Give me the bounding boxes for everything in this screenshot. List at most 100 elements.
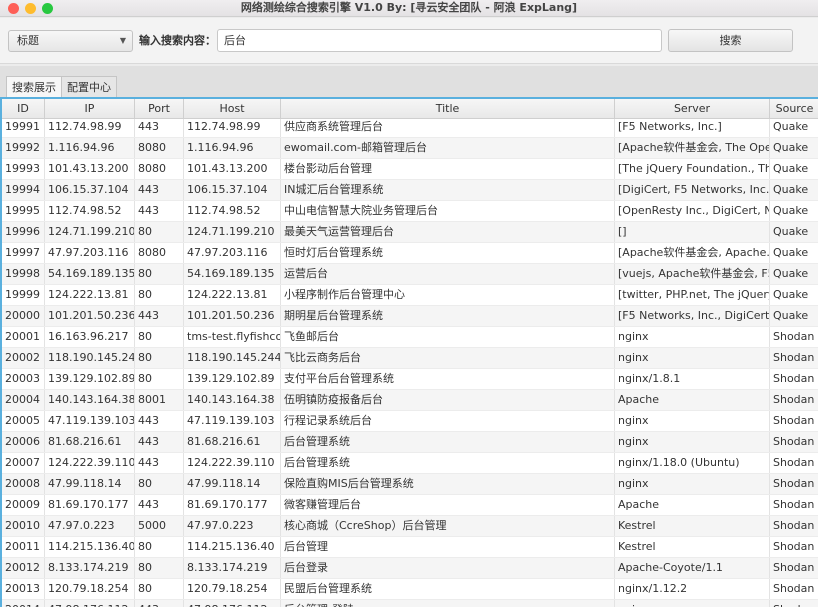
cell-port: 80	[135, 348, 184, 368]
cell-server: [The jQuery Foundation., The j...	[615, 159, 770, 179]
cell-port: 443	[135, 453, 184, 473]
minimize-window-button[interactable]	[25, 3, 36, 14]
cell-ip: 124.222.13.81	[45, 285, 135, 305]
cell-server: Kestrel	[615, 537, 770, 557]
cell-source: Quake	[770, 285, 818, 305]
table-row[interactable]: 20006 81.68.216.61 443 81.68.216.61 后台管理系统 ng…	[2, 432, 818, 453]
cell-id: 20004	[2, 390, 45, 410]
cell-server: nginx	[615, 474, 770, 494]
cell-source: Quake	[770, 222, 818, 242]
table-row[interactable]: 2001447.98.176.11244347.98.176.112后台管理-登…	[2, 600, 818, 607]
table-row[interactable]: 19991 112.74.98.99 443 112.74.98.99 供应商系统管理后…	[2, 117, 818, 138]
table-row[interactable]: 19992 1.116.94.96 8080 1.116.94.96 ewomail.c…	[2, 138, 818, 159]
table-row[interactable]: 19994 106.15.37.104 443 106.15.37.104 IN城汇后台…	[2, 180, 818, 201]
cell-source: Shodan	[770, 474, 818, 494]
cell-ip: 101.201.50.236	[45, 306, 135, 326]
cell-title: 运营后台	[281, 264, 615, 284]
cell-title: 后台管理	[281, 537, 615, 557]
table-row[interactable]: 2000116.163.96.21780tms-test.flyfishco..…	[2, 327, 818, 348]
column-header-host[interactable]: Host	[184, 99, 281, 118]
cell-source: Quake	[770, 159, 818, 179]
window-title: 网络测绘综合搜索引擎 V1.0 By: [寻云安全团队 - 阿浪 ExpLang…	[240, 1, 578, 14]
table-row[interactable]: 20012 8.133.174.219 80 8.133.174.219 后台登录 Apa…	[2, 558, 818, 579]
table-row[interactable]: 19993 101.43.13.200 8080 101.43.13.200 楼台影动后…	[2, 159, 818, 180]
cell-host: 114.215.136.40	[184, 537, 281, 557]
cell-port: 80	[135, 222, 184, 242]
cell-title: 民盟后台管理系统	[281, 579, 615, 599]
search-input[interactable]: 后台	[217, 29, 662, 52]
cell-title: 伍明镇防疫报备后台	[281, 390, 615, 410]
cell-port: 80	[135, 369, 184, 389]
cell-id: 19998	[2, 264, 45, 284]
column-header-id[interactable]: ID	[2, 99, 45, 118]
cell-ip: 120.79.18.254	[45, 579, 135, 599]
cell-host: 139.129.102.89	[184, 369, 281, 389]
cell-server: nginx	[615, 432, 770, 452]
cell-id: 20009	[2, 495, 45, 515]
tab-config-center[interactable]: 配置中心	[61, 76, 117, 98]
cell-port: 5000	[135, 516, 184, 536]
cell-ip: 101.43.13.200	[45, 159, 135, 179]
table-header: ID IP Port Host Title Server Source	[2, 99, 818, 119]
cell-ip: 112.74.98.52	[45, 201, 135, 221]
cell-source: Shodan	[770, 348, 818, 368]
cell-source: Quake	[770, 180, 818, 200]
table-row[interactable]: 20010 47.97.0.223 5000 47.97.0.223 核心商城（Ccre…	[2, 516, 818, 537]
chevron-down-icon: ▼	[119, 36, 126, 45]
table-row[interactable]: 20008 47.99.118.14 80 47.99.118.14 保险直购MIS后台…	[2, 474, 818, 495]
cell-ip: 81.69.170.177	[45, 495, 135, 515]
maximize-window-button[interactable]	[42, 3, 53, 14]
cell-ip: 1.116.94.96	[45, 138, 135, 158]
close-window-button[interactable]	[8, 3, 19, 14]
search-field-select[interactable]: 标题 ▼	[8, 30, 133, 52]
cell-title: 后台管理系统	[281, 453, 615, 473]
cell-host: 47.97.0.223	[184, 516, 281, 536]
cell-source: Shodan	[770, 600, 818, 607]
cell-ip: 106.15.37.104	[45, 180, 135, 200]
search-toolbar: 标题 ▼ 输入搜索内容： 后台 搜索	[0, 18, 818, 64]
column-header-port[interactable]: Port	[135, 99, 184, 118]
table-row[interactable]: 19995 112.74.98.52 443 112.74.98.52 中山电信智慧大院…	[2, 201, 818, 222]
cell-port: 80	[135, 327, 184, 347]
cell-host: 120.79.18.254	[184, 579, 281, 599]
table-row[interactable]: 20004 140.143.164.38 8001 140.143.164.38 伍明镇…	[2, 390, 818, 411]
cell-title: 中山电信智慧大院业务管理后台	[281, 201, 615, 221]
table-row[interactable]: 19998 54.169.189.135 80 54.169.189.135 运营后台[…	[2, 264, 818, 285]
table-row[interactable]: 19999 124.222.13.81 80 124.222.13.81 小程序制作后台…	[2, 285, 818, 306]
column-header-server[interactable]: Server	[615, 99, 770, 118]
search-button[interactable]: 搜索	[668, 29, 793, 52]
table-row[interactable]: 20013 120.79.18.254 80 120.79.18.254 民盟后台管理系…	[2, 579, 818, 600]
results-table: ID IP Port Host Title Server Source 1999…	[0, 97, 818, 607]
cell-ip: 81.68.216.61	[45, 432, 135, 452]
cell-source: Shodan	[770, 432, 818, 452]
cell-port: 443	[135, 180, 184, 200]
cell-server: [twitter, PHP.net, The jQuery F...	[615, 285, 770, 305]
cell-port: 80	[135, 264, 184, 284]
column-header-title[interactable]: Title	[281, 99, 615, 118]
table-row[interactable]: 20000 101.201.50.236 443 101.201.50.236 期明星后…	[2, 306, 818, 327]
cell-title: 恒时灯后台管理系统	[281, 243, 615, 263]
cell-server: nginx	[615, 327, 770, 347]
cell-port: 8080	[135, 138, 184, 158]
table-row[interactable]: 20011 114.215.136.40 80 114.215.136.40 后台管理 K…	[2, 537, 818, 558]
table-row[interactable]: 20003 139.129.102.89 80 139.129.102.89 支付平台后…	[2, 369, 818, 390]
cell-source: Shodan	[770, 327, 818, 347]
cell-id: 20006	[2, 432, 45, 452]
table-row[interactable]: 20002 118.190.145.244 80 118.190.145.244 飞比云…	[2, 348, 818, 369]
table-row[interactable]: 20007 124.222.39.110 443 124.222.39.110 后台管理…	[2, 453, 818, 474]
cell-port: 80	[135, 579, 184, 599]
cell-host: 124.222.39.110	[184, 453, 281, 473]
cell-id: 20013	[2, 579, 45, 599]
table-row[interactable]: 19997 47.97.203.116 8080 47.97.203.116 恒时灯后台…	[2, 243, 818, 264]
tab-search-results[interactable]: 搜索展示	[6, 76, 62, 98]
cell-id: 20010	[2, 516, 45, 536]
cell-source: Quake	[770, 306, 818, 326]
column-header-source[interactable]: Source	[770, 99, 818, 118]
table-row[interactable]: 20005 47.119.139.103 443 47.119.139.103 行程记录…	[2, 411, 818, 432]
cell-id: 19999	[2, 285, 45, 305]
cell-id: 19996	[2, 222, 45, 242]
table-row[interactable]: 20009 81.69.170.177 443 81.69.170.177 微客赚管理后…	[2, 495, 818, 516]
table-row[interactable]: 19996 124.71.199.210 80 124.71.199.210 最美天气运…	[2, 222, 818, 243]
column-header-ip[interactable]: IP	[45, 99, 135, 118]
cell-title: 保险直购MIS后台管理系统	[281, 474, 615, 494]
